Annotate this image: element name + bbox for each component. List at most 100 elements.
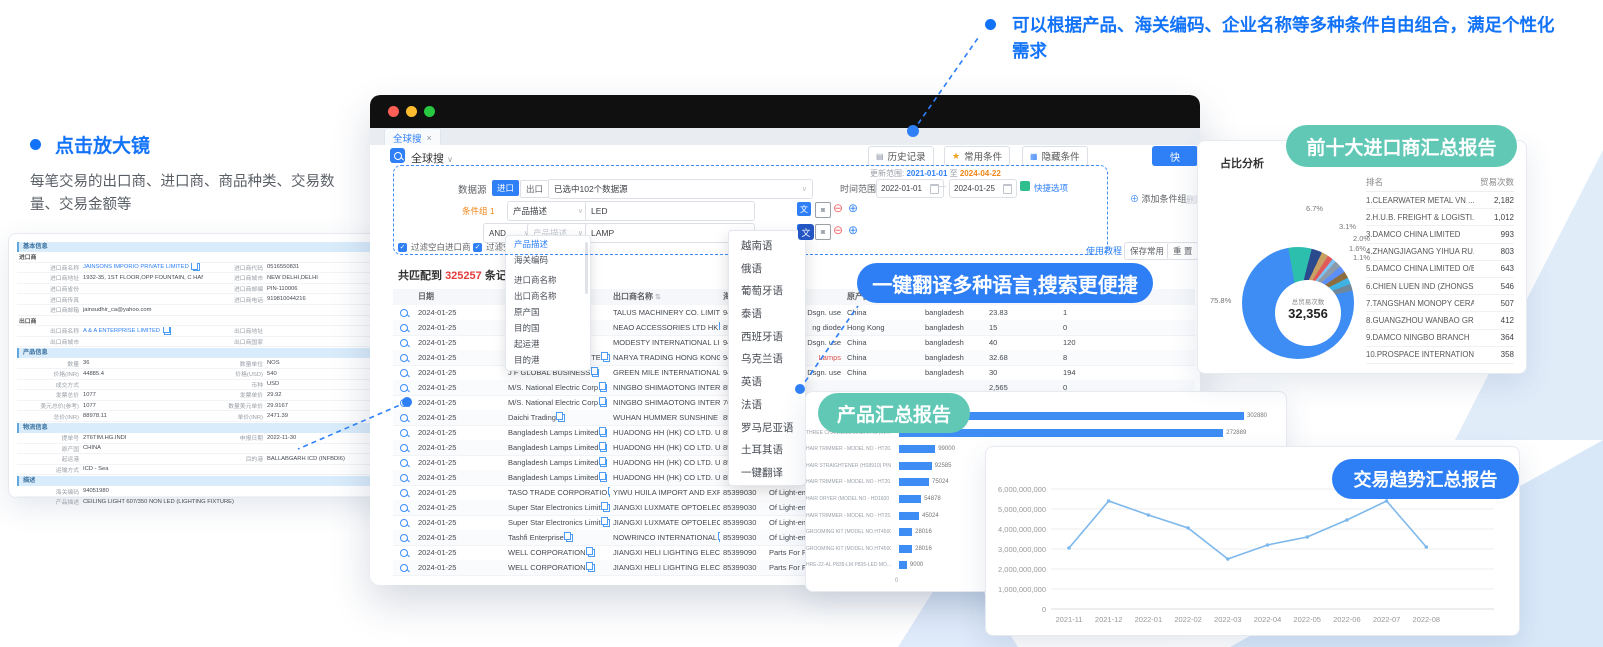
tab-global-search[interactable]: 全球搜 × (384, 128, 441, 146)
export-toggle[interactable]: 出口 (520, 180, 549, 198)
hide-conditions-button[interactable]: ▦隐藏条件 (1022, 146, 1088, 166)
quick-options-link[interactable]: 快捷选项 (1034, 182, 1068, 194)
copy-icon[interactable] (600, 429, 607, 437)
add-condition-icon[interactable]: ⊕ (848, 202, 858, 214)
sort-icon[interactable]: ⇅ (655, 293, 661, 301)
language-menu-item[interactable]: 一键翻译 (729, 462, 805, 485)
magnifier-icon[interactable] (400, 489, 408, 497)
scrollbar[interactable] (585, 242, 588, 294)
magnifier-icon[interactable] (400, 519, 408, 527)
image-search-icon[interactable]: ◙ (815, 224, 831, 240)
magnifier-icon[interactable] (400, 309, 408, 317)
language-menu-item[interactable]: 土耳其语 (729, 439, 805, 462)
magnifier-icon[interactable] (400, 354, 408, 362)
window-close-dot[interactable] (388, 106, 399, 117)
field-menu-item[interactable]: 起运港 (506, 336, 590, 352)
language-menu-item[interactable]: 越南语 (729, 235, 805, 258)
datasource-select[interactable]: 已选中102个数据源∨ (548, 179, 813, 199)
import-toggle[interactable]: 进口 (492, 180, 519, 196)
add-condition-group[interactable]: ⊕ 添加条件组 (1130, 192, 1187, 205)
magnifier-icon[interactable] (400, 504, 408, 512)
ranking-row[interactable]: 8.GUANGZHOU WANBAO GR...412 (1366, 312, 1514, 329)
copy-icon[interactable] (600, 384, 607, 392)
copy-icon[interactable] (566, 534, 573, 542)
language-menu-item[interactable]: 葡萄牙语 (729, 280, 805, 303)
quick-search-button[interactable]: 快 (1152, 146, 1198, 166)
field-menu-item[interactable]: 出口商名称 (506, 288, 590, 304)
magnifier-icon[interactable] (400, 384, 408, 392)
copy-icon[interactable] (603, 519, 610, 527)
language-menu-item[interactable]: 西班牙语 (729, 326, 805, 349)
field-menu-item[interactable]: 产品描述 (506, 236, 590, 252)
date-from-input[interactable]: 2022-01-01 (876, 179, 944, 198)
field-menu-item[interactable]: 进口商名称 (506, 272, 590, 288)
date-to-input[interactable]: 2024-01-25 (949, 179, 1017, 198)
ranking-row[interactable]: 2.H.U.B. FREIGHT & LOGISTI...1,012 (1366, 209, 1514, 226)
grid-icon: ▦ (1030, 152, 1038, 161)
field-menu-item[interactable]: 目的国 (506, 320, 590, 336)
window-zoom-dot[interactable] (424, 106, 435, 117)
favorite-conditions-button[interactable]: ★常用条件 (944, 146, 1010, 166)
column-header[interactable]: 日期 (415, 289, 505, 304)
copy-icon[interactable] (588, 564, 595, 572)
add-condition-icon[interactable]: ⊕ (848, 224, 858, 236)
copy-icon[interactable] (600, 399, 607, 407)
reset-button[interactable]: 重 置 (1167, 242, 1198, 260)
ranking-row[interactable]: 1.CLEARWATER METAL VN ...2,182 (1366, 192, 1514, 209)
language-menu-item[interactable]: 英语 (729, 371, 805, 394)
tutorial-link[interactable]: 使用教程 (1086, 244, 1122, 257)
ranking-row[interactable]: 6.CHIEN LUEN IND (ZHONGS...546 (1366, 278, 1514, 295)
filter-blank-importer-checkbox[interactable]: ✓ 过滤空白进口商 (398, 241, 471, 253)
copy-icon[interactable] (193, 263, 200, 271)
remove-condition-icon[interactable]: ⊖ (833, 224, 843, 236)
magnifier-icon[interactable] (400, 549, 408, 557)
magnifier-icon[interactable] (400, 324, 408, 332)
ranking-row[interactable]: 5.DAMCO CHINA LIMITED O/B643 (1366, 261, 1514, 278)
field-select-1[interactable]: 产品描述∨ (507, 201, 589, 221)
transaction-detail-body: 基本信息进口商进口商名称JAINSONS IMPORIO PRIVATE LIM… (9, 234, 395, 514)
field-menu-item[interactable]: 原产国 (506, 304, 590, 320)
magnifier-icon[interactable] (400, 534, 408, 542)
copy-icon[interactable] (588, 549, 595, 557)
magnifier-icon[interactable] (400, 444, 408, 452)
copy-icon[interactable] (603, 504, 610, 512)
remove-condition-icon[interactable]: ⊖ (833, 202, 843, 214)
copy-icon[interactable] (600, 444, 607, 452)
magnifier-icon[interactable] (400, 564, 408, 572)
ranking-row[interactable]: 9.DAMCO NINGBO BRANCH364 (1366, 330, 1514, 347)
copy-icon[interactable] (164, 327, 171, 335)
app-name[interactable]: 全球搜 ∨ (411, 150, 453, 166)
copy-icon[interactable] (600, 459, 607, 467)
magnifier-icon[interactable] (400, 339, 408, 347)
magnifier-icon[interactable] (400, 369, 408, 377)
copy-icon[interactable] (592, 369, 599, 377)
save-favorite-button[interactable]: 保存常用 (1124, 242, 1170, 260)
window-minimize-dot[interactable] (406, 106, 417, 117)
keyword-input-1[interactable]: LED (585, 201, 755, 221)
ranking-row[interactable]: 10.PROSPACE INTERNATIONA...358 (1366, 347, 1514, 364)
ranking-row[interactable]: 7.TANGSHAN MONOPY CERA...507 (1366, 295, 1514, 312)
language-menu-item[interactable]: 俄语 (729, 258, 805, 281)
magnifier-icon[interactable] (400, 429, 408, 437)
column-header[interactable]: 出口商名称⇅ (610, 289, 720, 304)
language-menu-item[interactable]: 乌克兰语 (729, 348, 805, 371)
field-menu-item[interactable]: 海关编码 (506, 252, 590, 268)
ranking-row[interactable]: 4.ZHANGJIAGANG YIHUA RU...803 (1366, 244, 1514, 261)
translate-icon[interactable]: 文 (797, 202, 811, 216)
language-menu-item[interactable]: 泰语 (729, 303, 805, 326)
tab-close-icon[interactable]: × (427, 133, 432, 143)
magnifier-icon[interactable] (400, 474, 408, 482)
magnifier-icon[interactable] (400, 414, 408, 422)
copy-icon[interactable] (600, 474, 607, 482)
copy-icon[interactable] (558, 414, 565, 422)
image-search-icon[interactable]: ◙ (815, 202, 831, 218)
language-menu-item[interactable]: 法语 (729, 394, 805, 417)
translate-icon[interactable]: 文 (798, 224, 814, 240)
copy-icon[interactable] (603, 354, 610, 362)
field-menu-item[interactable]: 目的港 (506, 352, 590, 368)
magnifier-icon[interactable] (400, 459, 408, 467)
language-menu-item[interactable]: 罗马尼亚语 (729, 417, 805, 440)
magnifier-icon[interactable] (400, 399, 408, 407)
history-button[interactable]: ▤历史记录 (868, 146, 934, 166)
ranking-row[interactable]: 3.DAMCO CHINA LIMITED993 (1366, 226, 1514, 243)
